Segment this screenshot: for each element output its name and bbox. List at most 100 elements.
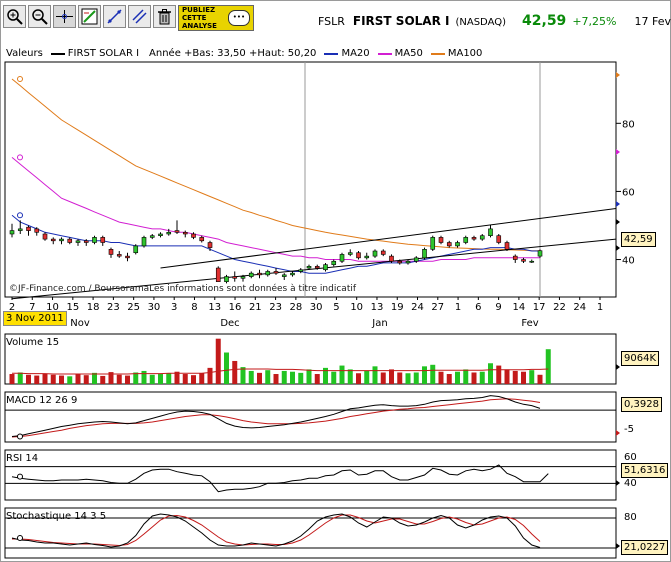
volume-bar <box>75 374 81 384</box>
volume-bar <box>521 371 526 384</box>
volume-bar <box>26 374 31 384</box>
candle-body <box>116 254 122 257</box>
ma100-end-marker <box>616 72 620 78</box>
candle-body <box>248 272 254 277</box>
x-axis-day-label: 22 <box>553 302 566 313</box>
candle-body <box>141 237 147 247</box>
candle-body <box>529 260 535 263</box>
volume-bar <box>34 375 40 384</box>
volume-bar <box>158 374 163 384</box>
volume-bar <box>314 374 320 384</box>
candle-body <box>133 245 139 254</box>
candle-body <box>413 257 419 262</box>
volume-bar <box>215 338 221 384</box>
candle-body <box>323 264 328 271</box>
rsi-end-marker <box>616 480 620 486</box>
candle-body <box>389 255 394 262</box>
volume-bar <box>504 369 510 384</box>
candle-body <box>281 274 287 277</box>
x-axis-day-label: 27 <box>431 302 444 313</box>
candle-body <box>199 237 205 242</box>
x-axis-day-label: 10 <box>350 302 363 313</box>
rsi-title: RSI 14 <box>6 453 39 464</box>
candle-body <box>364 255 370 259</box>
x-axis-day-label: 6 <box>475 302 481 313</box>
macd-marker <box>17 433 23 440</box>
volume-bar <box>397 372 403 384</box>
x-axis-day-label: 16 <box>229 302 242 313</box>
x-axis-day-label: 14 <box>513 302 526 313</box>
ma100-marker <box>17 76 23 83</box>
volume-bar <box>182 374 188 384</box>
volume-bar <box>67 376 73 384</box>
candle-body <box>356 252 361 259</box>
candle-body <box>422 249 427 259</box>
last-price-box: 42,59 <box>621 232 656 247</box>
x-axis-day-label: 30 <box>310 302 323 313</box>
x-axis-month-label: Nov <box>70 318 90 329</box>
volume-bar <box>537 374 543 384</box>
chart-canvas[interactable]: 4060802 7 10 15 18 23 25 30 3 8 13 16 21 23 28 30 5 10 13 1… <box>0 0 671 562</box>
x-axis-day-label: 17 <box>533 302 546 313</box>
x-axis-month-label: Fev <box>521 318 538 329</box>
volume-end-marker <box>616 364 620 370</box>
candle-body <box>224 276 229 282</box>
volume-bar <box>42 374 48 384</box>
volume-bar <box>306 369 312 384</box>
candle-body <box>314 266 320 269</box>
stochastic-tick-80: 80 <box>624 512 637 523</box>
candle-body <box>108 249 114 255</box>
volume-bar <box>413 372 419 384</box>
candle-body <box>100 237 106 243</box>
volume-bar <box>248 370 254 384</box>
price-axis-label: 80 <box>622 119 635 130</box>
x-axis-month-label: Dec <box>220 318 239 329</box>
candle-body <box>339 254 345 262</box>
x-axis-day-label: 30 <box>148 302 161 313</box>
volume-bar <box>455 371 460 384</box>
candle-body <box>166 231 172 235</box>
volume-bar <box>356 373 361 384</box>
candle-body <box>273 271 279 274</box>
candle-body <box>521 259 526 262</box>
x-axis-month-label: Jan <box>371 318 387 329</box>
x-axis-day-label: 13 <box>371 302 384 313</box>
volume-bar <box>59 375 64 384</box>
volume-bar <box>240 367 246 384</box>
x-axis-day-label: 1 <box>597 302 603 313</box>
volume-bar <box>488 363 493 384</box>
volume-bar <box>463 369 469 384</box>
candle-body <box>232 276 238 279</box>
candle-body <box>430 237 436 250</box>
volume-bar <box>83 375 89 384</box>
stochastic-value-box: 21,0227 <box>621 540 669 555</box>
candle-body <box>174 230 180 233</box>
volume-bar <box>9 374 15 384</box>
candle-body <box>149 235 155 238</box>
candle-body <box>479 235 485 240</box>
x-axis-day-label: 25 <box>127 302 140 313</box>
volume-bar <box>125 375 130 384</box>
candle-body <box>240 276 246 279</box>
volume-bar <box>496 365 502 384</box>
candle-body <box>83 240 89 243</box>
candle-body <box>331 260 337 265</box>
candle-body <box>512 255 518 260</box>
volume-bar <box>281 370 287 384</box>
volume-bar <box>50 374 56 384</box>
volume-bar <box>116 374 122 384</box>
stochastic-marker <box>17 535 23 541</box>
candle-body <box>257 272 262 276</box>
volume-bar <box>191 375 196 384</box>
candle-body <box>438 237 444 243</box>
candle-body <box>67 238 73 243</box>
x-axis-day-label: 13 <box>208 302 221 313</box>
volume-value-box: 9064K <box>621 351 660 366</box>
macd-title: MACD 12 26 9 <box>6 395 78 406</box>
rsi-panel <box>4 449 617 501</box>
x-axis-day-label: 21 <box>249 302 262 313</box>
volume-bar <box>446 374 452 384</box>
volume-bar <box>372 366 378 384</box>
volume-bar <box>273 374 279 384</box>
x-axis-day-label: 3 <box>171 302 177 313</box>
